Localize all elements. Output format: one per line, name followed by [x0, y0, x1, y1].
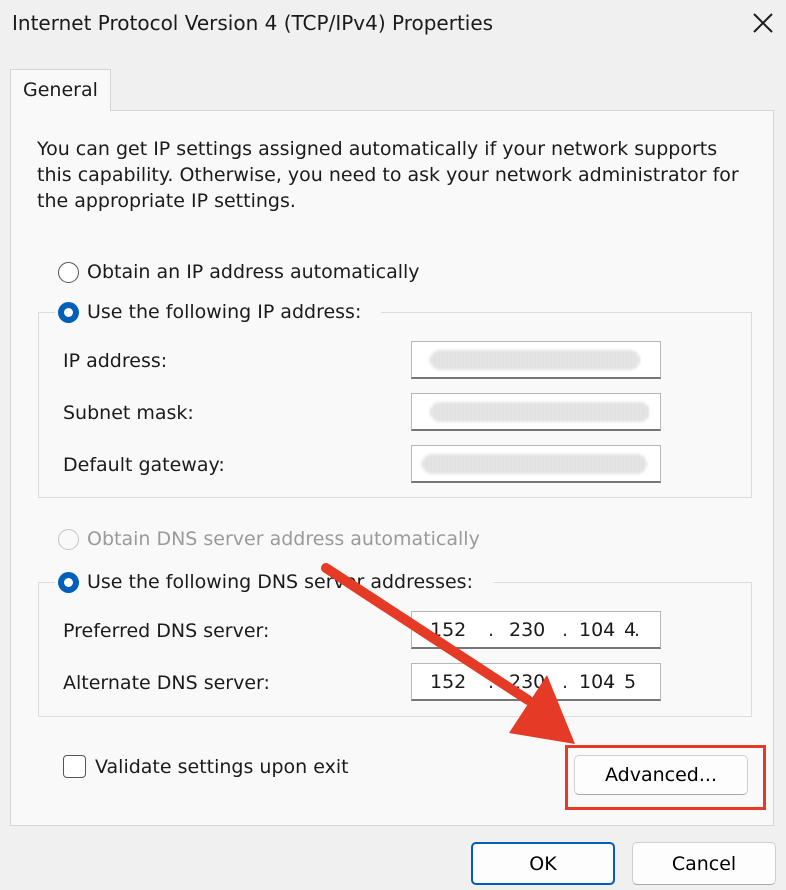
use-ip-label: Use the following IP address:	[87, 301, 362, 323]
octet-2: 230	[509, 671, 546, 693]
octet-4: 4	[624, 619, 637, 641]
octet-2: 230	[509, 619, 546, 641]
description-text: You can get IP settings assigned automat…	[37, 138, 739, 212]
default-gateway-field[interactable]	[411, 445, 661, 483]
title-bar: Internet Protocol Version 4 (TCP/IPv4) P…	[0, 0, 786, 48]
validate-checkbox[interactable]	[63, 755, 86, 778]
alternate-dns-label: Alternate DNS server:	[63, 672, 270, 694]
close-button[interactable]	[738, 0, 786, 48]
use-dns-option[interactable]: Use the following DNS server addresses:	[55, 570, 493, 596]
preferred-dns-label: Preferred DNS server:	[63, 620, 270, 642]
redacted-value	[430, 350, 640, 370]
alternate-dns-field[interactable]: 152 . 230 . 104 . 5	[411, 663, 661, 701]
obtain-ip-auto-option[interactable]: Obtain an IP address automatically	[58, 260, 458, 284]
use-dns-radio[interactable]	[58, 572, 79, 593]
redacted-value	[422, 454, 647, 474]
obtain-ip-auto-label: Obtain an IP address automatically	[87, 261, 420, 283]
use-ip-option[interactable]: Use the following IP address:	[55, 300, 381, 326]
octet-4: 5	[624, 671, 637, 693]
validate-label[interactable]: Validate settings upon exit	[95, 755, 349, 779]
cancel-button[interactable]: Cancel	[632, 842, 776, 885]
ip-address-field[interactable]	[411, 341, 661, 379]
close-icon	[753, 13, 773, 33]
obtain-dns-auto-option[interactable]: Obtain DNS server address automatically	[58, 527, 498, 551]
octet-1: 152	[430, 619, 467, 641]
ip-address-label: IP address:	[63, 350, 168, 372]
tab-general-label: General	[23, 79, 98, 101]
subnet-mask-field[interactable]	[411, 393, 661, 431]
use-ip-radio[interactable]	[58, 302, 79, 323]
octet-3: 104	[579, 619, 616, 641]
redacted-value	[430, 402, 650, 422]
use-dns-label: Use the following DNS server addresses:	[87, 571, 473, 593]
obtain-ip-auto-radio[interactable]	[58, 262, 79, 283]
ok-button[interactable]: OK	[471, 842, 615, 885]
default-gateway-label: Default gateway:	[63, 454, 225, 476]
obtain-dns-auto-radio[interactable]	[58, 529, 79, 550]
obtain-dns-auto-label: Obtain DNS server address automatically	[87, 528, 480, 550]
advanced-button[interactable]: Advanced...	[574, 755, 748, 795]
octet-1: 152	[430, 671, 467, 693]
preferred-dns-field[interactable]: 152 . 230 . 104 . 4	[411, 611, 661, 649]
subnet-mask-label: Subnet mask:	[63, 402, 194, 424]
tab-general[interactable]: General	[10, 69, 111, 111]
window-title: Internet Protocol Version 4 (TCP/IPv4) P…	[12, 11, 494, 35]
